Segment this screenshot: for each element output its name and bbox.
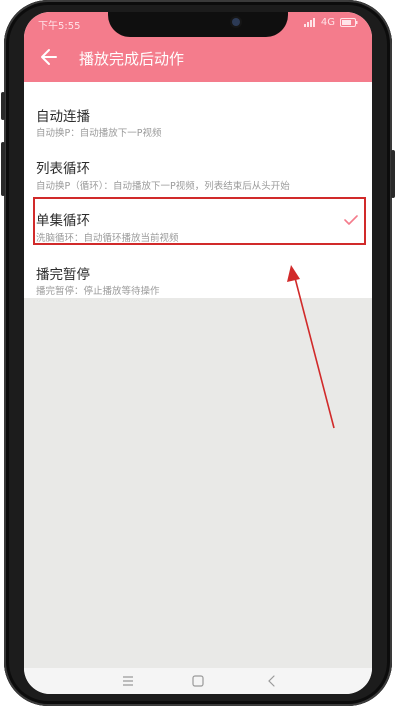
arrow-left-icon [41,49,57,65]
power-button [391,150,395,198]
menu-icon[interactable] [120,673,136,689]
option-title: 播完暂停 [36,267,90,283]
option-subtitle: 自动换P：自动播放下一P视频 [36,128,162,139]
content-area: 自动连播 自动换P：自动播放下一P视频 列表循环 自动换P（循环）：自动播放下一… [24,82,372,668]
option-list: 自动连播 自动换P：自动播放下一P视频 列表循环 自动换P（循环）：自动播放下一… [24,82,372,298]
page-title: 播放完成后动作 [79,50,185,68]
option-subtitle: 自动换P（循环）：自动播放下一P视频，列表结束后从头开始 [36,181,290,192]
option-title: 列表循环 [36,161,90,177]
option-pause-after[interactable]: 播完暂停 播完暂停：停止播放等待操作 [24,248,372,302]
volume-button [1,142,5,196]
option-title: 自动连播 [36,109,90,125]
network-type: 4G [320,17,335,28]
option-autoplay[interactable]: 自动连播 自动换P：自动播放下一P视频 [24,82,372,139]
option-subtitle: 播完暂停：停止播放等待操作 [36,286,160,297]
signal-icon [303,18,315,27]
notch [108,12,288,37]
screen: 下午5:55 4G 播放完成后动作 自动连播 自动换P：自动播放下一P视频 列表… [24,12,372,694]
status-icons: 4G [303,17,358,28]
back-icon[interactable] [264,673,280,689]
highlight-annotation [33,197,366,245]
option-list-loop[interactable]: 列表循环 自动换P（循环）：自动播放下一P视频，列表结束后从头开始 [24,138,372,192]
back-button[interactable] [38,46,60,68]
home-icon[interactable] [190,673,206,689]
battery-icon [340,18,358,27]
status-time: 下午5:55 [38,21,81,32]
front-camera [232,18,240,26]
system-navbar [24,668,372,694]
volume-button [1,92,5,120]
